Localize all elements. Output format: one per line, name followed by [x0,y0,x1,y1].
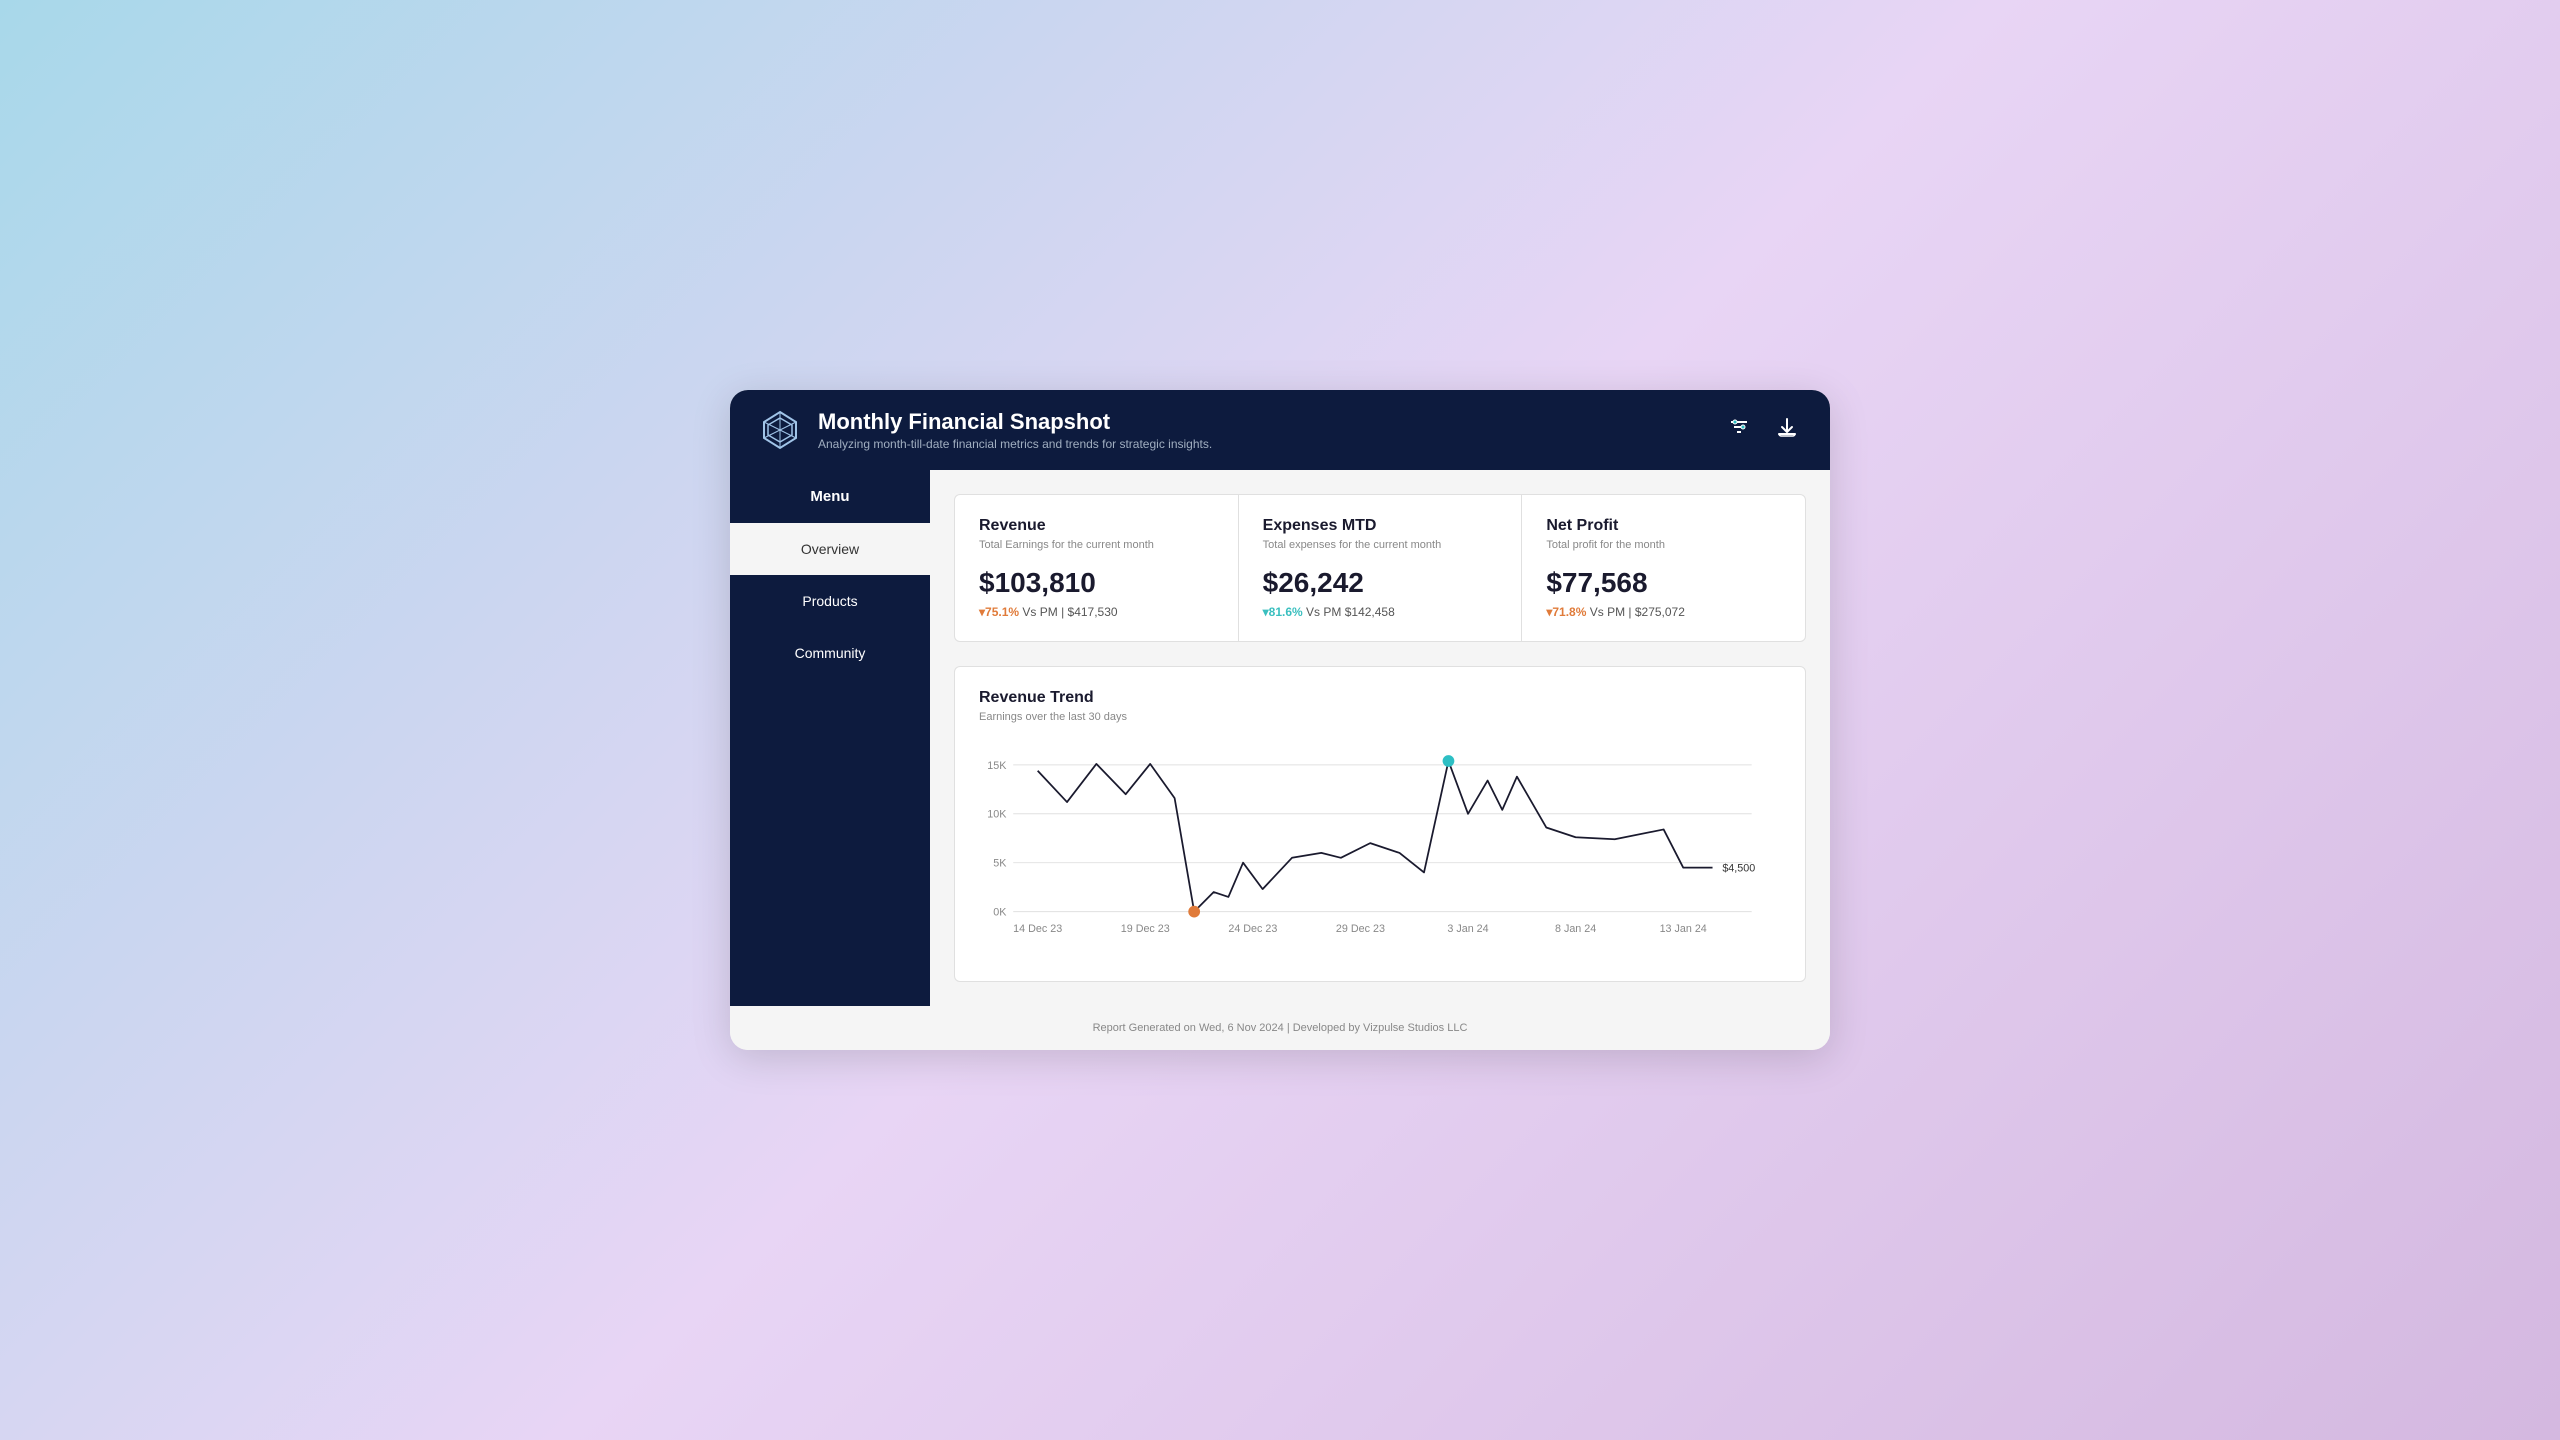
download-button[interactable] [1772,412,1802,448]
svg-text:0K: 0K [993,907,1007,919]
netprofit-change-rest: Vs PM | $275,072 [1586,605,1685,619]
expenses-change: ▾81.6% Vs PM $142,458 [1263,605,1498,619]
header-icons [1724,412,1802,448]
main-window: Monthly Financial Snapshot Analyzing mon… [730,390,1830,1050]
revenue-change-pct: ▾75.1% [979,605,1019,619]
footer: Report Generated on Wed, 6 Nov 2024 | De… [730,1006,1830,1050]
sidebar-item-products[interactable]: Products [730,575,930,627]
sidebar-item-overview[interactable]: Overview [730,523,930,575]
main-layout: Menu Overview Products Community [730,470,1830,1006]
revenue-change-rest: Vs PM | $417,530 [1019,605,1118,619]
filter-button[interactable] [1724,412,1754,448]
svg-text:19 Dec 23: 19 Dec 23 [1121,923,1170,935]
revenue-chart: 15K 10K 5K 0K [979,739,1781,959]
sidebar-menu-button[interactable]: Menu [730,470,930,523]
revenue-value: $103,810 [979,567,1214,599]
page-subtitle: Analyzing month-till-date financial metr… [818,437,1212,451]
header: Monthly Financial Snapshot Analyzing mon… [730,390,1830,470]
sidebar-dark-section: Products Community [730,575,930,1006]
svg-text:15K: 15K [987,760,1007,772]
revenue-sublabel: Total Earnings for the current month [979,539,1214,551]
page-title: Monthly Financial Snapshot [818,409,1212,435]
expenses-change-pct: ▾81.6% [1263,605,1303,619]
min-dot [1188,906,1200,918]
main-content: Revenue Total Earnings for the current m… [930,470,1830,1006]
max-dot [1443,755,1455,767]
svg-text:13 Jan 24: 13 Jan 24 [1660,923,1707,935]
svg-text:8 Jan 24: 8 Jan 24 [1555,923,1596,935]
header-left: Monthly Financial Snapshot Analyzing mon… [758,408,1212,452]
revenue-change: ▾75.1% Vs PM | $417,530 [979,605,1214,619]
netprofit-label: Net Profit [1546,517,1781,535]
chart-title: Revenue Trend [979,689,1781,707]
download-icon [1776,416,1798,438]
svg-text:29 Dec 23: 29 Dec 23 [1336,923,1385,935]
logo-icon [758,408,802,452]
svg-text:24 Dec 23: 24 Dec 23 [1228,923,1277,935]
svg-text:10K: 10K [987,809,1007,821]
metric-cards: Revenue Total Earnings for the current m… [954,494,1806,642]
chart-container: 15K 10K 5K 0K [979,739,1781,959]
sidebar-top: Overview [730,523,930,575]
metric-card-netprofit: Net Profit Total profit for the month $7… [1522,495,1805,641]
svg-text:3 Jan 24: 3 Jan 24 [1447,923,1488,935]
sidebar: Menu Overview Products Community [730,470,930,1006]
header-title-block: Monthly Financial Snapshot Analyzing mon… [818,409,1212,451]
expenses-value: $26,242 [1263,567,1498,599]
footer-text: Report Generated on Wed, 6 Nov 2024 | De… [1093,1022,1468,1034]
filter-icon [1728,416,1750,438]
expenses-sublabel: Total expenses for the current month [1263,539,1498,551]
svg-text:$4,500: $4,500 [1722,862,1755,874]
netprofit-sublabel: Total profit for the month [1546,539,1781,551]
expenses-label: Expenses MTD [1263,517,1498,535]
chart-subtitle: Earnings over the last 30 days [979,711,1781,723]
chart-section: Revenue Trend Earnings over the last 30 … [954,666,1806,982]
metric-card-revenue: Revenue Total Earnings for the current m… [955,495,1238,641]
netprofit-change: ▾71.8% Vs PM | $275,072 [1546,605,1781,619]
netprofit-change-pct: ▾71.8% [1546,605,1586,619]
metric-card-expenses: Expenses MTD Total expenses for the curr… [1239,495,1522,641]
revenue-label: Revenue [979,517,1214,535]
svg-text:5K: 5K [993,858,1007,870]
netprofit-value: $77,568 [1546,567,1781,599]
svg-text:14 Dec 23: 14 Dec 23 [1013,923,1062,935]
sidebar-item-community[interactable]: Community [730,627,930,679]
expenses-change-rest: Vs PM $142,458 [1303,605,1395,619]
